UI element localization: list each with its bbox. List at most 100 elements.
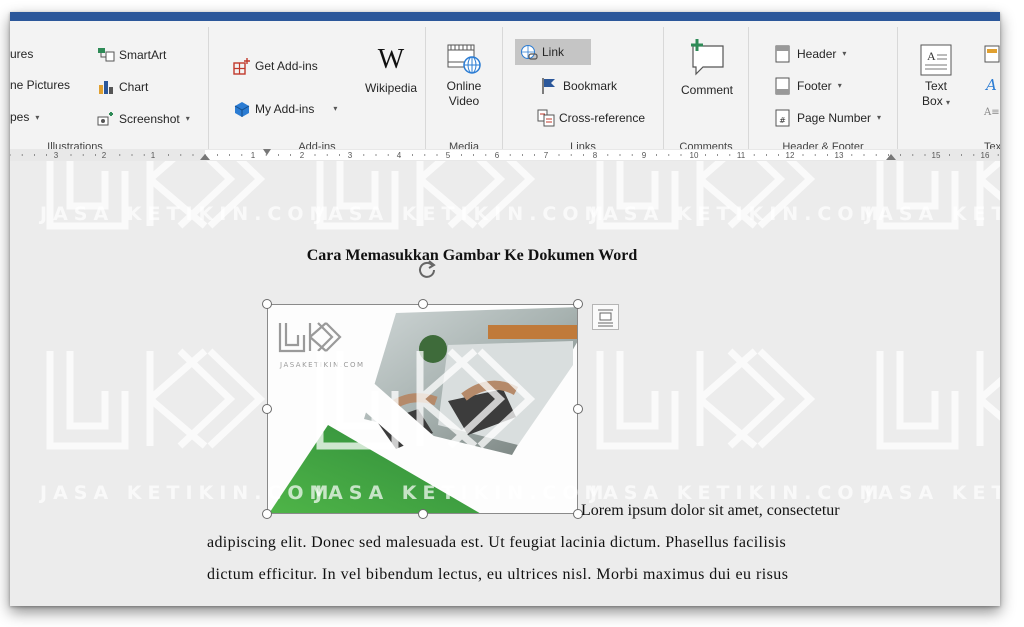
resize-handle-top-left[interactable] xyxy=(262,299,272,309)
watermark-logo xyxy=(596,161,816,230)
bookmark-button[interactable]: Bookmark xyxy=(541,77,617,94)
ruler-label: 12 xyxy=(786,151,795,160)
addin-icon xyxy=(233,100,250,117)
comment-button[interactable]: Comment xyxy=(674,37,740,98)
online-pictures-button[interactable]: ne Pictures xyxy=(10,78,70,92)
text-box-button[interactable]: A Text Box ▾ xyxy=(914,43,958,110)
svg-text:A: A xyxy=(927,49,936,63)
illustrations-group: ures ne Pictures pes ▾ SmartArt Chart Sc… xyxy=(10,21,208,155)
ruler-label: 4 xyxy=(397,151,402,160)
ruler-label: 16 xyxy=(981,151,990,160)
horizontal-ruler[interactable]: 3 2 1 1 2 3 4 5 6 7 8 9 10 11 12 13 15 16 xyxy=(10,149,1000,161)
title-bar xyxy=(10,12,1000,21)
footer-icon xyxy=(775,77,792,95)
watermark-logo xyxy=(596,348,816,450)
pictures-button[interactable]: ures xyxy=(10,47,33,61)
ruler-label: 2 xyxy=(102,151,107,160)
header-label: Header xyxy=(797,46,837,61)
paragraph-line-1: Lorem ipsum dolor sit amet, consectetur xyxy=(581,502,840,519)
smartart-button[interactable]: SmartArt xyxy=(97,46,166,63)
footer-button[interactable]: Footer ▾ xyxy=(775,77,842,95)
resize-handle-top-right[interactable] xyxy=(573,299,583,309)
addins-group: Get Add-ins My Add-ins ▾ W Wikipedia Add… xyxy=(209,21,425,155)
resize-handle-right[interactable] xyxy=(573,404,583,414)
header-button[interactable]: Header ▾ xyxy=(775,45,846,63)
chevron-down-icon[interactable]: ▾ xyxy=(333,104,337,113)
text-box-label-2-wrap: Box ▾ xyxy=(914,94,958,110)
shapes-label: pes xyxy=(10,110,30,124)
online-video-label-2: Video xyxy=(448,94,480,108)
page-number-label: Page Number xyxy=(797,110,872,125)
link-button[interactable]: Link xyxy=(515,39,591,65)
ruler-label: 7 xyxy=(544,151,549,160)
chart-label: Chart xyxy=(119,79,149,94)
ribbon-insert-tab: ures ne Pictures pes ▾ SmartArt Chart Sc… xyxy=(10,21,1000,157)
left-indent-marker[interactable] xyxy=(200,154,210,160)
watermark-logo xyxy=(46,348,266,450)
paragraph-line-2: adipiscing elit. Donec sed malesuada est… xyxy=(207,534,787,551)
picture-content: JASAKETIKIN.COM xyxy=(268,305,577,513)
svg-text:#: # xyxy=(779,116,786,125)
watermark-text: JASA KETIKIN.COM xyxy=(38,203,334,225)
quick-parts-icon[interactable] xyxy=(984,45,1000,63)
drop-cap-icon[interactable]: A≡ xyxy=(984,107,1000,118)
header-icon xyxy=(775,45,792,63)
online-video-icon xyxy=(434,43,494,79)
paragraph-line-3: dictum efficitur. In vel bibendum lectus… xyxy=(207,566,789,583)
shapes-button[interactable]: pes ▾ xyxy=(10,110,39,124)
screenshot-label: Screenshot xyxy=(119,111,180,126)
online-pictures-label: ne Pictures xyxy=(10,78,71,92)
wikipedia-label: Wikipedia xyxy=(364,81,418,95)
ruler-label: 1 xyxy=(151,151,156,160)
inserted-picture[interactable]: JASAKETIKIN.COM xyxy=(262,260,583,519)
rotate-handle-icon[interactable] xyxy=(417,259,436,278)
watermark-logo xyxy=(46,161,266,230)
text-box-label-1: Text xyxy=(924,79,947,93)
bookmark-label: Bookmark xyxy=(563,78,618,93)
wikipedia-button[interactable]: W Wikipedia xyxy=(359,45,423,96)
smartart-icon xyxy=(97,46,115,63)
get-addins-button[interactable]: Get Add-ins xyxy=(233,57,318,75)
header-footer-group: Header ▾ Footer ▾ # Page Number ▾ Header & … xyxy=(749,21,897,155)
ruler-label: 15 xyxy=(932,151,941,160)
media-group: Online Video Media xyxy=(426,21,502,155)
cross-reference-icon xyxy=(537,109,555,127)
screenshot-button[interactable]: Screenshot ▾ xyxy=(97,110,190,127)
chart-icon xyxy=(97,78,114,95)
chevron-down-icon: ▾ xyxy=(185,114,190,123)
chevron-down-icon: ▾ xyxy=(837,81,842,90)
wordart-icon[interactable]: A xyxy=(986,76,997,94)
layout-options-button[interactable] xyxy=(592,304,619,330)
my-addins-button[interactable]: My Add-ins ▾ xyxy=(233,100,337,117)
online-video-label-1: Online xyxy=(446,79,482,93)
resize-handle-bottom[interactable] xyxy=(418,509,428,519)
resize-handle-bottom-left[interactable] xyxy=(262,509,272,519)
chart-button[interactable]: Chart xyxy=(97,78,148,95)
right-indent-marker[interactable] xyxy=(886,154,896,160)
watermark-text: JASA KETIKIN.COM xyxy=(588,203,884,225)
document-page[interactable]: Cara Memasukkan Gambar Ke Dokumen Word J… xyxy=(10,161,1000,606)
chevron-down-icon: ▾ xyxy=(35,112,40,122)
screenshot-icon xyxy=(97,110,114,127)
resize-handle-left[interactable] xyxy=(262,404,272,414)
watermark-text: JASA KETIKIN.COM xyxy=(313,203,609,225)
ruler-label: 3 xyxy=(54,151,59,160)
resize-handle-top[interactable] xyxy=(418,299,428,309)
first-line-indent-marker[interactable] xyxy=(263,149,271,155)
text-box-icon: A xyxy=(914,43,958,79)
text-group: A Text Box ▾ A A≡ Tex xyxy=(898,21,1000,155)
page-number-button[interactable]: # Page Number ▾ xyxy=(775,109,881,127)
get-addins-label: Get Add-ins xyxy=(255,58,318,73)
word-window: ures ne Pictures pes ▾ SmartArt Chart Sc… xyxy=(10,12,1000,606)
link-label: Link xyxy=(542,45,565,59)
link-icon xyxy=(520,44,538,61)
cross-reference-button[interactable]: Cross-reference xyxy=(537,109,646,127)
online-video-button[interactable]: Online Video xyxy=(434,43,494,109)
comment-icon xyxy=(674,37,740,79)
cross-reference-label: Cross-reference xyxy=(559,110,646,125)
smartart-label: SmartArt xyxy=(119,47,167,62)
comments-group: Comment Comments xyxy=(664,21,748,155)
ruler-label: 13 xyxy=(835,151,844,160)
watermark-logo xyxy=(876,351,1000,450)
document-area: Cara Memasukkan Gambar Ke Dokumen Word J… xyxy=(10,161,1000,606)
